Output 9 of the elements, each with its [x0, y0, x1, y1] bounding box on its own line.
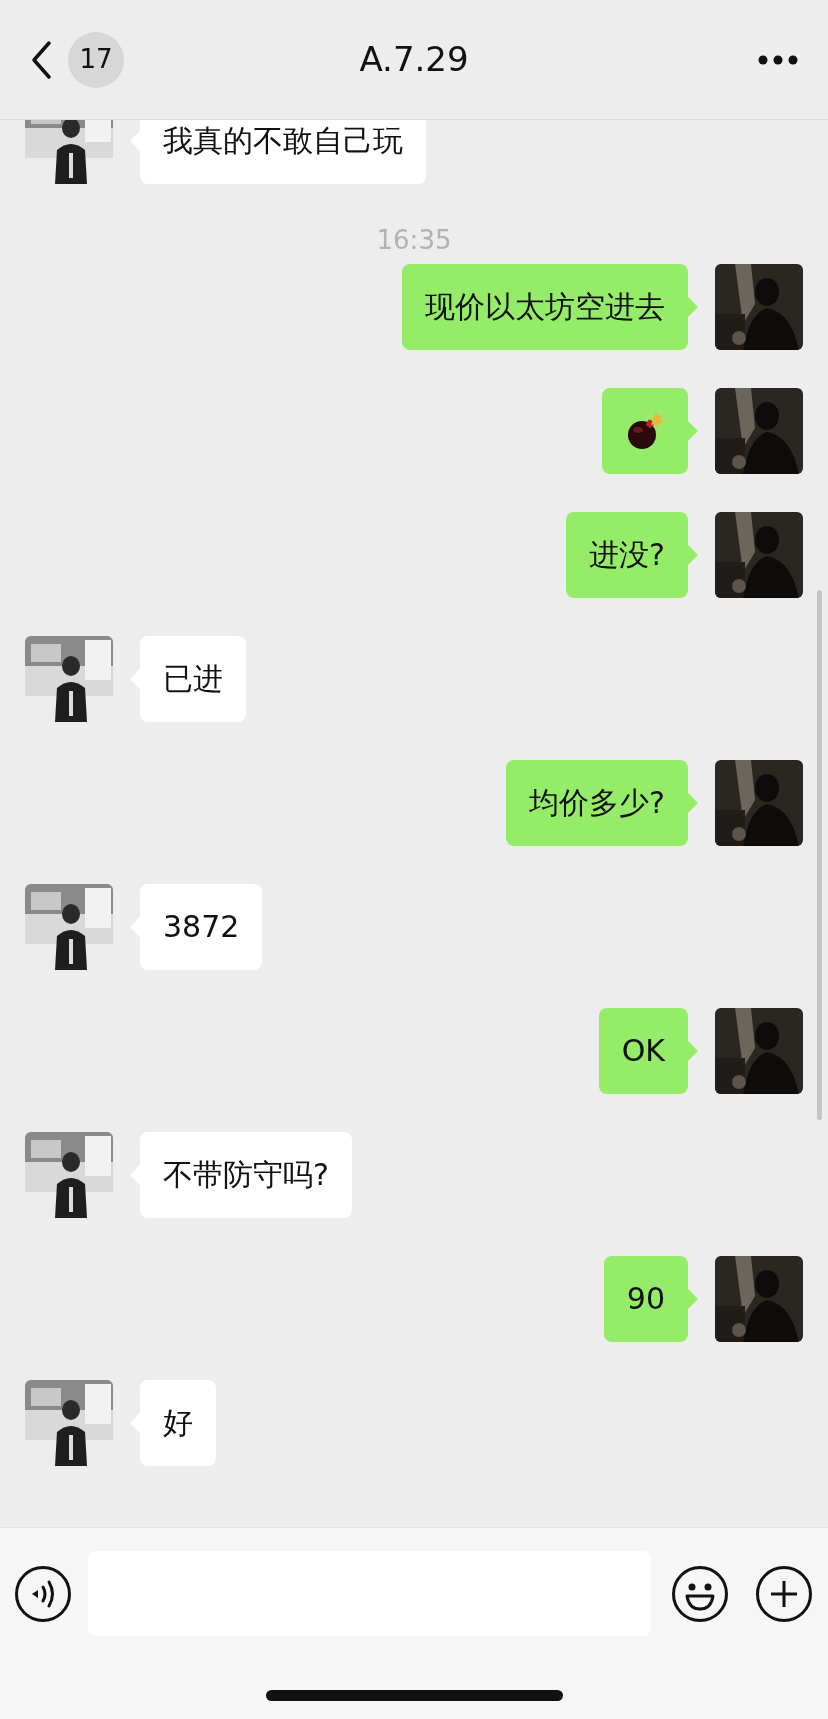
unread-count: 17 — [68, 31, 124, 88]
bomb-icon — [625, 411, 665, 451]
timestamp: 16:35 — [376, 225, 452, 255]
emoji-icon[interactable] — [671, 1564, 729, 1623]
add-icon[interactable] — [755, 1564, 813, 1623]
voice-icon[interactable] — [14, 1564, 72, 1623]
chat-title: A.7.29 — [358, 38, 470, 81]
back-icon[interactable] — [30, 39, 52, 80]
more-icon[interactable] — [758, 54, 798, 65]
